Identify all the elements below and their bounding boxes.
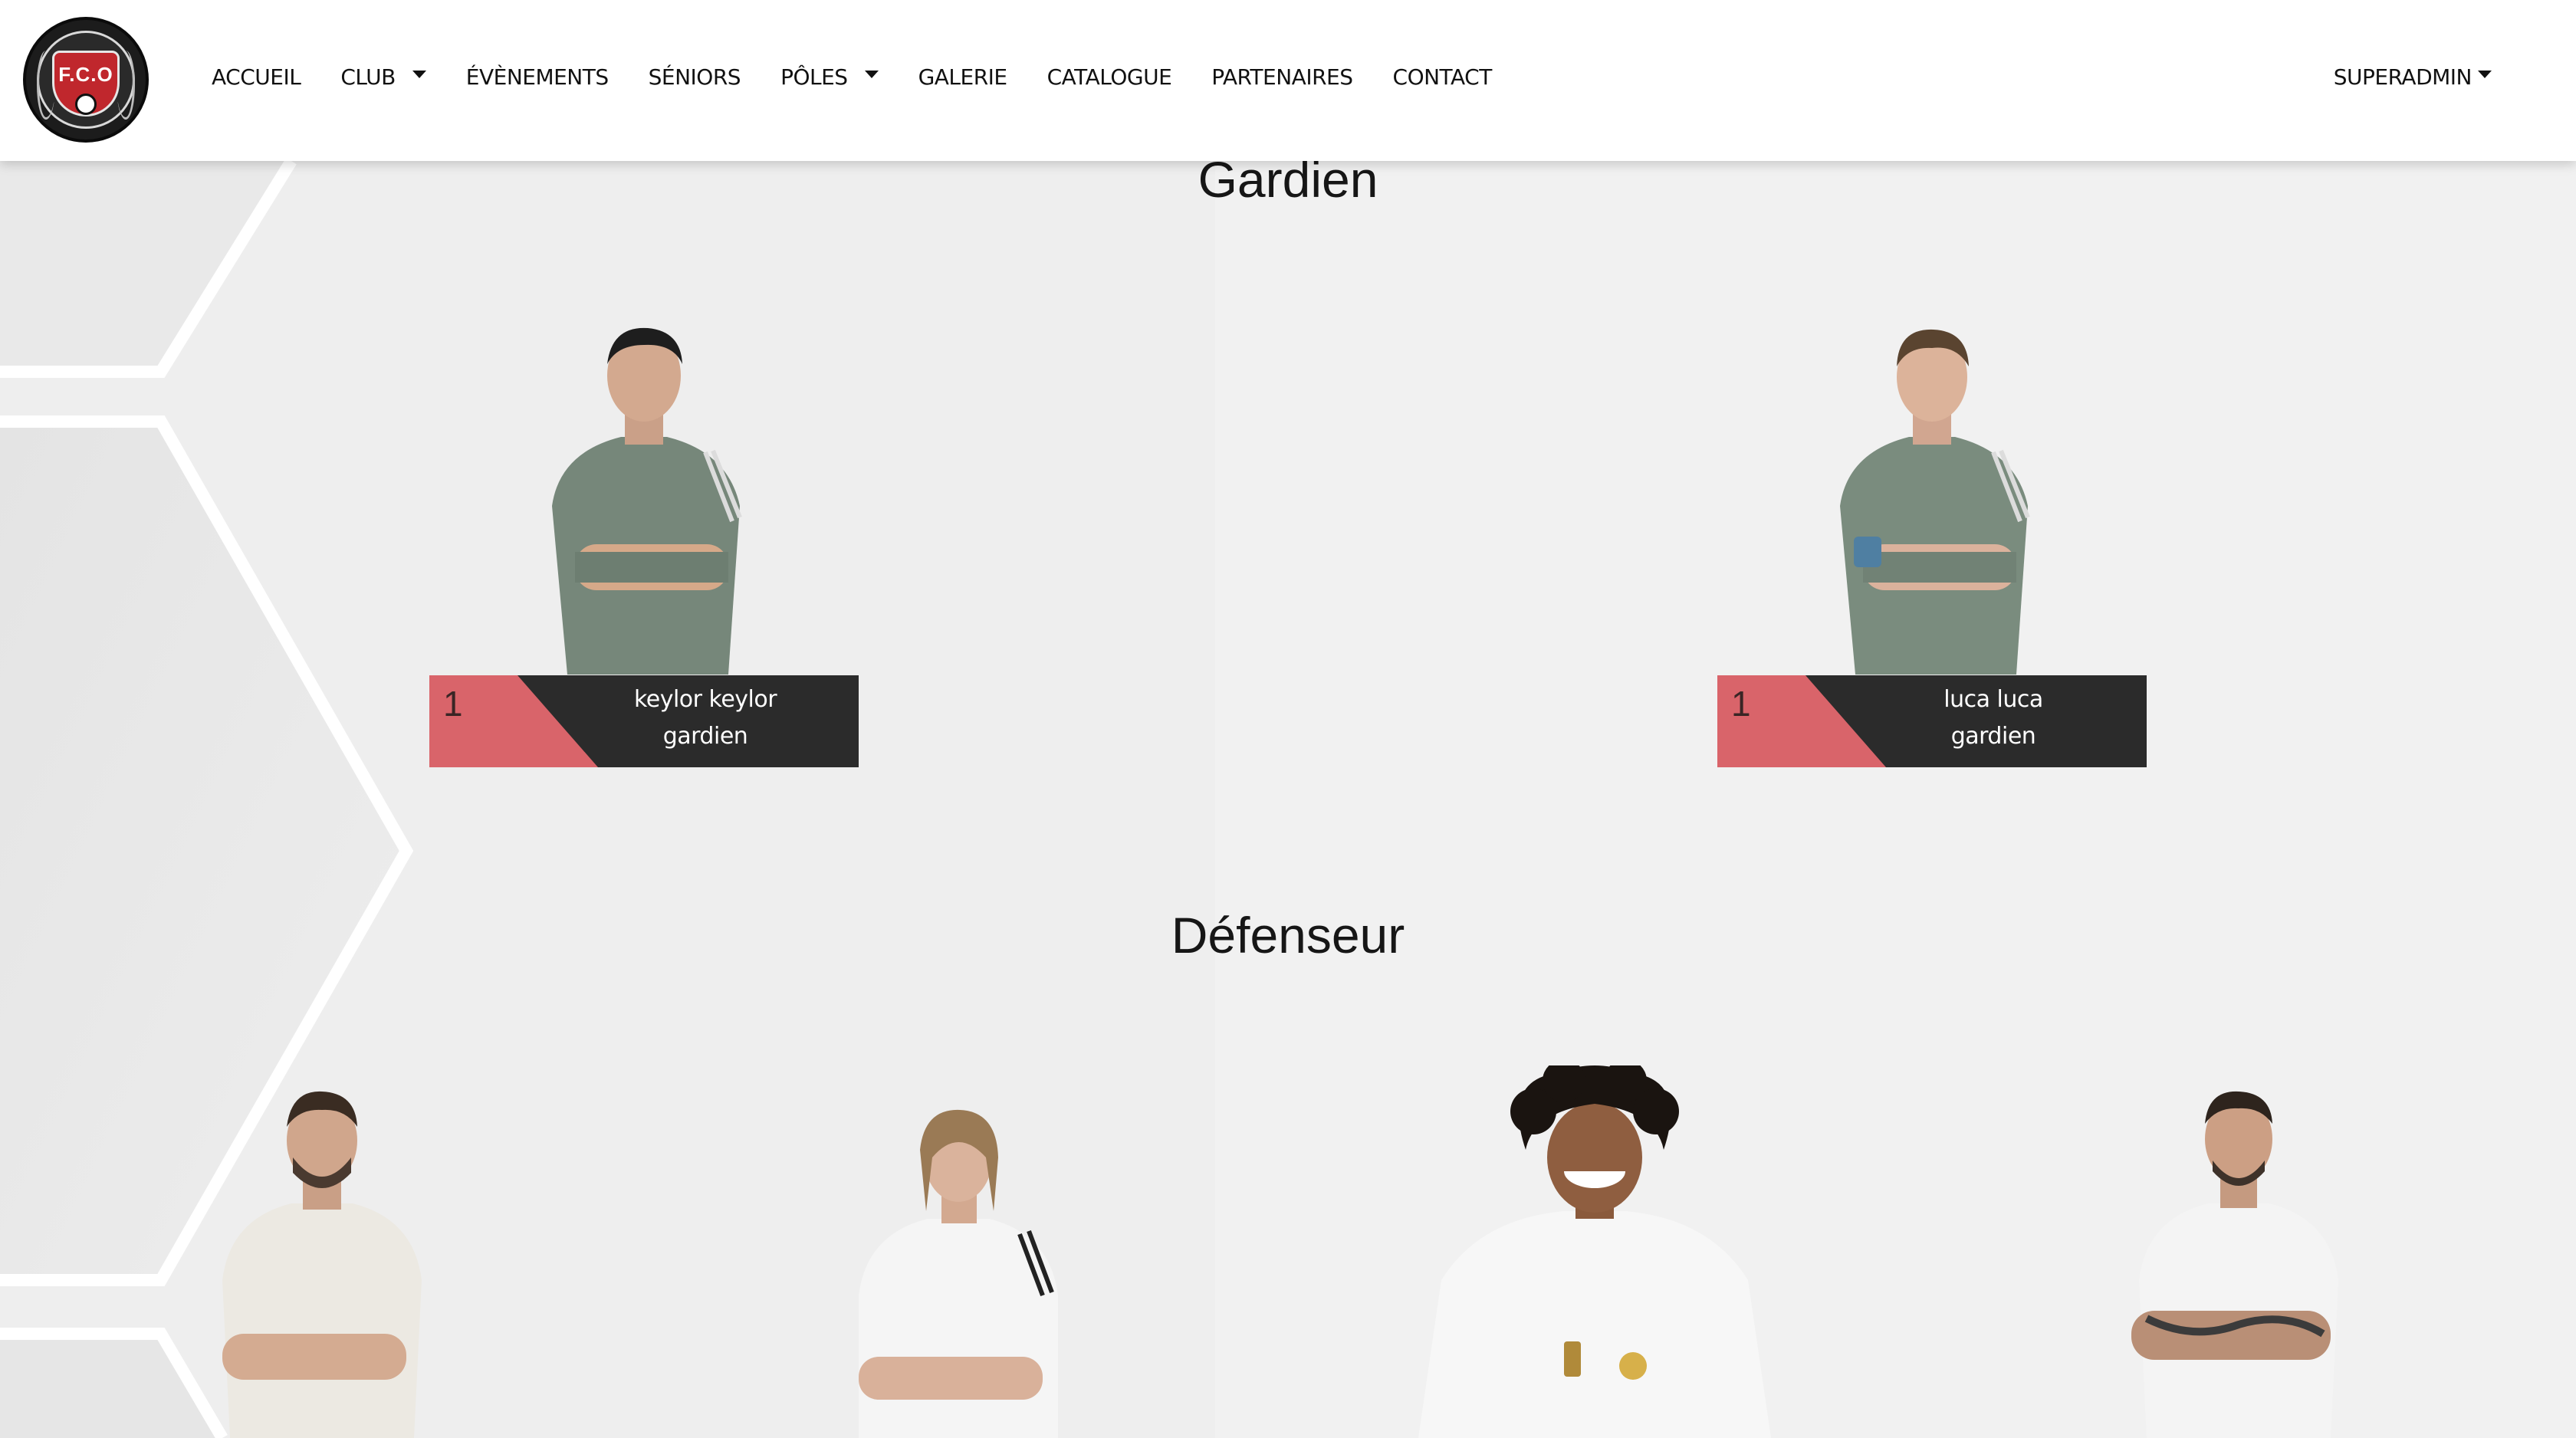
player-role: gardien xyxy=(662,723,748,750)
nav-galerie[interactable]: GALERIE xyxy=(918,64,1008,90)
player-name: luca luca xyxy=(1944,686,2043,713)
nav-accueil[interactable]: ACCUEIL xyxy=(212,64,301,90)
user-menu[interactable]: SUPERADMIN xyxy=(2334,64,2492,90)
nav-poles[interactable]: PÔLES xyxy=(780,64,879,90)
player-card[interactable]: 1 keylor keylor gardien xyxy=(429,675,859,767)
nav-club-label: CLUB xyxy=(340,64,396,90)
navbar: F.C.O ACCUEIL CLUB ÉVÈNEMENTS SÉNIORS PÔ… xyxy=(0,0,2576,161)
nav-contact[interactable]: CONTACT xyxy=(1392,64,1493,90)
chevron-down-icon xyxy=(864,70,879,78)
nav-evenements-label: ÉVÈNEMENTS xyxy=(465,64,609,90)
nav-club[interactable]: CLUB xyxy=(340,64,426,90)
player-number: 1 xyxy=(443,684,463,724)
player-number: 1 xyxy=(1731,684,1751,724)
football-icon xyxy=(75,94,97,115)
chevron-down-icon xyxy=(412,70,426,78)
nav-catalogue[interactable]: CATALOGUE xyxy=(1047,64,1172,90)
player-photo xyxy=(2116,1081,2361,1438)
nav-partenaires-label: PARTENAIRES xyxy=(1211,64,1353,90)
nav-seniors[interactable]: SÉNIORS xyxy=(649,64,741,90)
chevron-down-icon xyxy=(2478,70,2492,78)
player-photo xyxy=(1411,1065,1779,1438)
user-menu-label: SUPERADMIN xyxy=(2333,64,2472,90)
club-logo[interactable]: F.C.O xyxy=(23,17,149,143)
logo-text: F.C.O xyxy=(58,63,113,86)
player-photo xyxy=(836,1104,1081,1438)
player-role: gardien xyxy=(1950,723,2036,750)
nav-seniors-label: SÉNIORS xyxy=(648,64,741,90)
player-card[interactable]: 1 luca luca gardien xyxy=(1717,675,2147,767)
nav-evenements[interactable]: ÉVÈNEMENTS xyxy=(466,64,609,90)
nav-partenaires[interactable]: PARTENAIRES xyxy=(1211,64,1353,90)
player-photo xyxy=(199,1081,445,1438)
nav-catalogue-label: CATALOGUE xyxy=(1046,64,1172,90)
player-name: keylor keylor xyxy=(633,686,777,713)
player-photo xyxy=(521,322,767,675)
nav-contact-label: CONTACT xyxy=(1392,64,1493,90)
nav-poles-label: PÔLES xyxy=(780,64,848,90)
section-title-defenseur: Défenseur xyxy=(1171,907,1405,964)
main-nav: ACCUEIL CLUB ÉVÈNEMENTS SÉNIORS PÔLES GA… xyxy=(212,64,1532,90)
nav-accueil-label: ACCUEIL xyxy=(212,64,301,90)
player-photo xyxy=(1809,322,2055,675)
nav-galerie-label: GALERIE xyxy=(918,64,1008,90)
